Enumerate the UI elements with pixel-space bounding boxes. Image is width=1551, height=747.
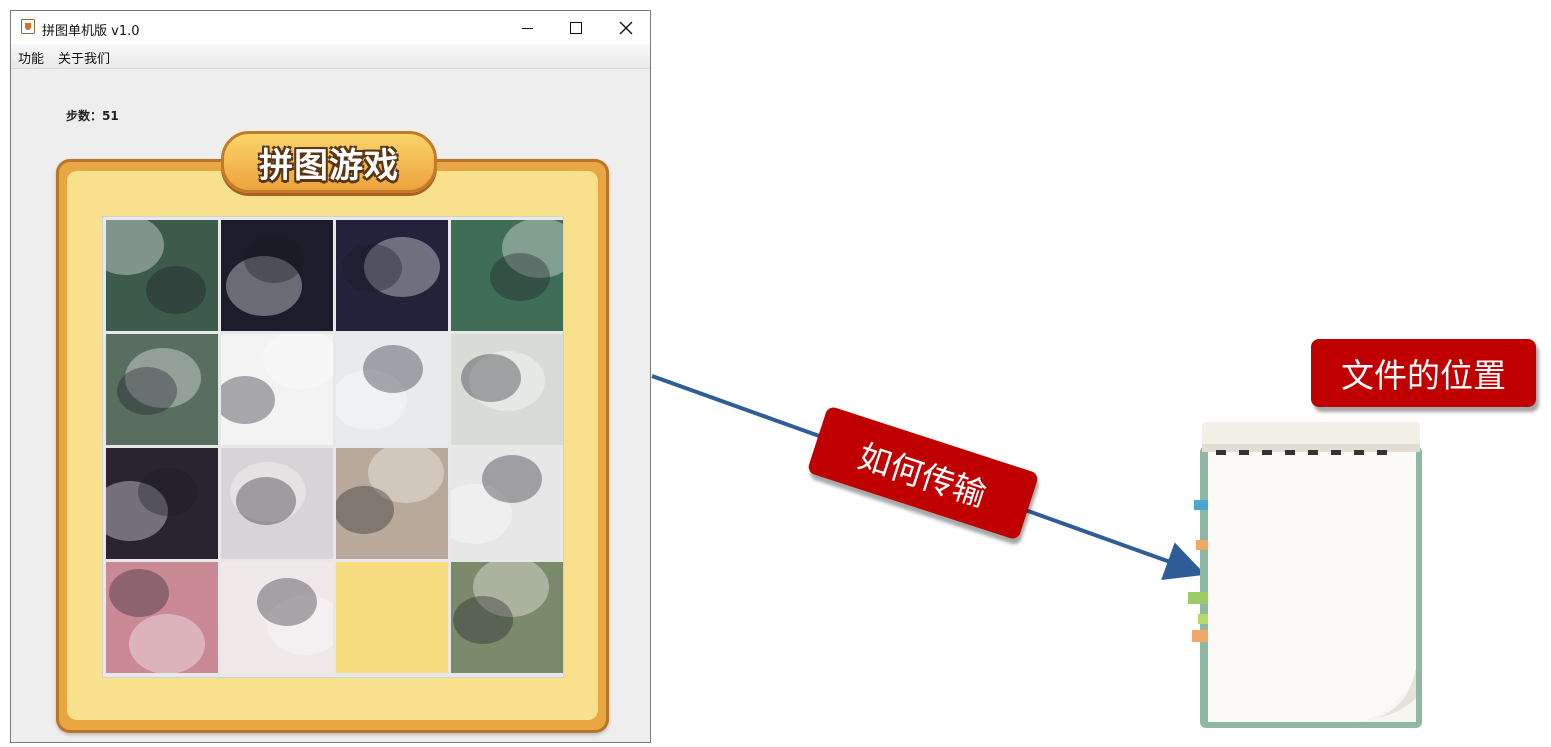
file-location-label: 文件的位置	[1311, 339, 1536, 407]
puzzle-tile[interactable]	[106, 334, 218, 445]
notebook-icon	[1188, 422, 1422, 728]
puzzle-tile[interactable]	[336, 220, 448, 331]
puzzle-tile[interactable]	[336, 448, 448, 559]
window-title: 拼图单机版 v1.0	[42, 24, 140, 39]
minimize-icon	[521, 28, 533, 29]
game-content: 步数：51 拼图游戏	[11, 69, 650, 742]
puzzle-tile[interactable]	[106, 448, 218, 559]
maximize-icon	[570, 21, 582, 34]
empty-tile[interactable]	[336, 562, 448, 673]
game-window: 拼图单机版 v1.0 功能 关于我们 步数：51 拼图游戏	[10, 10, 651, 743]
game-title: 拼图游戏	[259, 145, 399, 186]
game-title-banner: 拼图游戏	[221, 131, 437, 193]
maximize-button[interactable]	[551, 11, 601, 44]
java-app-icon	[21, 19, 35, 34]
puzzle-tile[interactable]	[221, 448, 333, 559]
title-bar: 拼图单机版 v1.0	[11, 11, 650, 44]
minimize-button[interactable]	[502, 11, 552, 44]
puzzle-board	[102, 216, 564, 678]
puzzle-tile[interactable]	[451, 334, 563, 445]
puzzle-tile[interactable]	[336, 334, 448, 445]
puzzle-tile[interactable]	[221, 562, 333, 673]
puzzle-tile[interactable]	[451, 220, 563, 331]
puzzle-tile[interactable]	[221, 220, 333, 331]
menu-bar: 功能 关于我们	[11, 44, 650, 69]
menu-function[interactable]: 功能	[18, 48, 44, 67]
puzzle-tile[interactable]	[451, 448, 563, 559]
puzzle-tile[interactable]	[221, 334, 333, 445]
puzzle-tile[interactable]	[106, 220, 218, 331]
puzzle-tile[interactable]	[451, 562, 563, 673]
step-counter: 步数：51	[66, 109, 119, 123]
menu-about-us[interactable]: 关于我们	[58, 48, 110, 67]
puzzle-tile[interactable]	[106, 562, 218, 673]
close-button[interactable]	[601, 11, 651, 44]
close-icon	[619, 21, 633, 34]
